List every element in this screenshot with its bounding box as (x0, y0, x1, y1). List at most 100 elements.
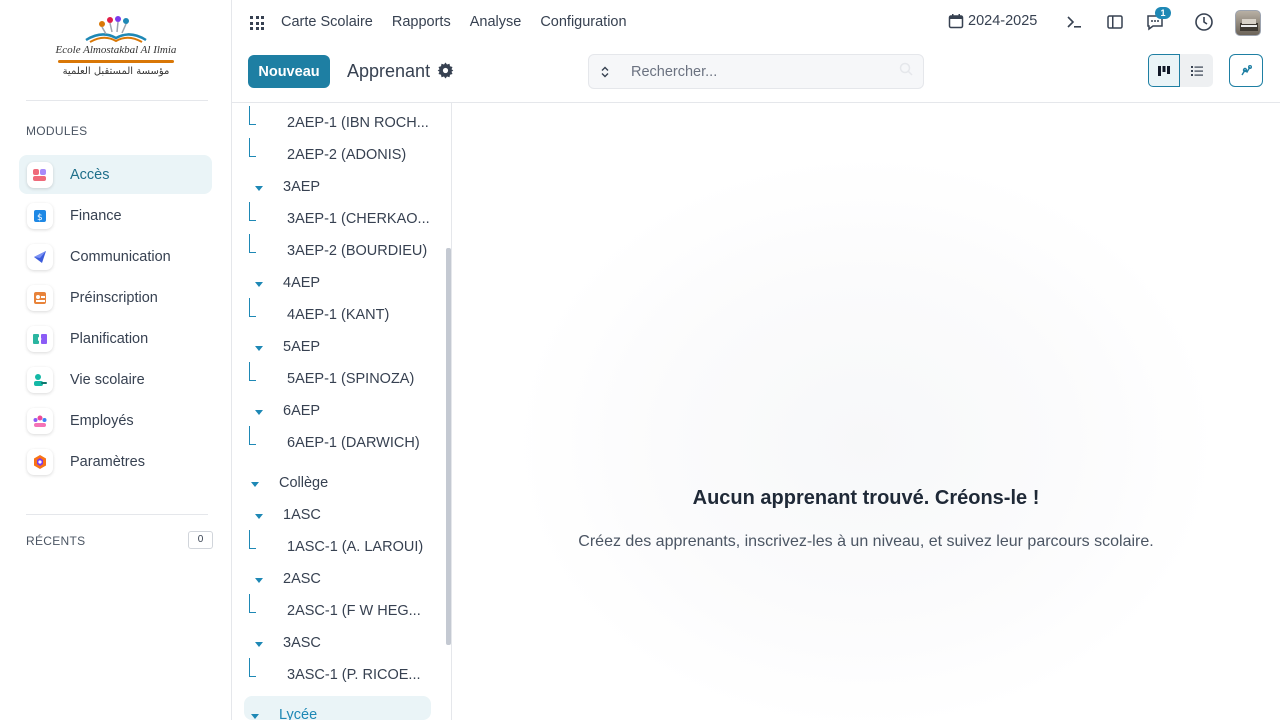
top-navbar: Carte Scolaire Rapports Analyse Configur… (232, 0, 1280, 46)
search-placeholder: Rechercher... (631, 63, 718, 80)
access-icon (27, 161, 53, 188)
messages-icon[interactable]: 1 (1145, 7, 1171, 32)
tree-node[interactable]: 1ASC-1 (A. LAROUI) (287, 539, 423, 555)
search-icon[interactable] (899, 62, 913, 81)
tree-connector (249, 252, 256, 253)
module-communication[interactable]: Communication (19, 237, 212, 276)
preinscription-icon (27, 284, 53, 311)
tree-scrollbar[interactable] (446, 248, 451, 645)
new-button[interactable]: Nouveau (248, 55, 330, 88)
school-logo[interactable]: Ecole Almostakbal Al Ilmia مؤسسة المستقب… (52, 14, 180, 86)
school-year-label: 2024-2025 (968, 13, 1038, 29)
empty-state-title: Aucun apprenant trouvé. Créons-le ! (692, 487, 1040, 509)
custom-view-button[interactable] (1229, 54, 1263, 87)
school-year-selector[interactable]: 2024-2025 (948, 13, 1037, 29)
tree-node[interactable]: 2AEP-2 (ADONIS) (287, 147, 406, 163)
module-vie-scolaire[interactable]: Vie scolaire (19, 360, 212, 399)
modules-heading: MODULES (26, 124, 88, 138)
tree-node[interactable]: 5AEP (283, 339, 320, 355)
expand-caret-icon[interactable] (255, 282, 263, 287)
menu-rapports[interactable]: Rapports (392, 14, 451, 30)
menu-carte-scolaire[interactable]: Carte Scolaire (281, 14, 373, 30)
tree-node[interactable]: 5AEP-1 (SPINOZA) (287, 371, 414, 387)
search-panel-toggle-icon[interactable] (589, 66, 621, 78)
tree-group-lyc-e[interactable]: Lycée (279, 707, 317, 720)
logo-name-latin: Ecole Almostakbal Al Ilmia (55, 44, 177, 56)
expand-caret-icon[interactable] (255, 642, 263, 647)
svg-text:$: $ (37, 213, 43, 223)
module-label: Planification (70, 330, 149, 347)
tree-group-coll-ge[interactable]: Collège (279, 475, 328, 491)
kanban-view-button[interactable] (1148, 54, 1180, 87)
control-panel: Nouveau Apprenant Rechercher... (232, 46, 1280, 103)
activity-clock-icon[interactable] (1194, 12, 1214, 32)
user-avatar[interactable] (1235, 10, 1261, 36)
expand-caret-icon[interactable] (251, 482, 259, 487)
tree-node[interactable]: 3AEP-1 (CHERKAO... (287, 211, 430, 227)
panel-toggle-icon[interactable] (1105, 12, 1125, 32)
tree-connector (249, 138, 250, 156)
tree-connector (249, 220, 256, 221)
menu-analyse[interactable]: Analyse (470, 14, 522, 30)
breadcrumb-title: Apprenant (347, 61, 431, 81)
main-menu: Carte Scolaire Rapports Analyse Configur… (281, 14, 646, 30)
module-finance[interactable]: $ Finance (19, 196, 212, 235)
tree-connector (249, 202, 250, 220)
tree-connector (249, 316, 256, 317)
tree-node[interactable]: 3ASC (283, 635, 321, 651)
tree-connector (249, 444, 256, 445)
search-bar[interactable]: Rechercher... (588, 54, 924, 89)
tree-node[interactable]: 1ASC (283, 507, 321, 523)
list-icon (1190, 65, 1203, 76)
logo-name-arabic: مؤسسة المستقبل العلمية (62, 66, 170, 77)
logo-divider (58, 60, 174, 63)
tree-node[interactable]: 2ASC-1 (F W HEG... (287, 603, 421, 619)
tree-node[interactable]: 3ASC-1 (P. RICOE... (287, 667, 421, 683)
finance-icon: $ (27, 202, 53, 229)
module-acces[interactable]: Accès (19, 155, 212, 194)
tree-node[interactable]: 3AEP-2 (BOURDIEU) (287, 243, 427, 259)
gear-icon[interactable] (437, 62, 454, 84)
map-pin-icon (1241, 64, 1253, 75)
kanban-icon (1158, 65, 1170, 76)
menu-configuration[interactable]: Configuration (540, 14, 626, 30)
expand-caret-icon[interactable] (255, 514, 263, 519)
expand-caret-icon[interactable] (255, 578, 263, 583)
expand-caret-icon[interactable] (255, 410, 263, 415)
tree-connector (249, 124, 256, 125)
module-parametres[interactable]: Paramètres (19, 442, 212, 481)
tree-node[interactable]: 3AEP (283, 179, 320, 195)
list-view-button[interactable] (1180, 54, 1213, 87)
tree-connector (249, 530, 250, 548)
module-planification[interactable]: Planification (19, 319, 212, 358)
tree-node[interactable]: 2AEP-1 (IBN ROCH... (287, 115, 429, 131)
module-employes[interactable]: Employés (19, 401, 212, 440)
tree-node[interactable]: 4AEP-1 (KANT) (287, 307, 389, 323)
hierarchy-tree-panel: 2AEP-1 (IBN ROCH... 2AEP-2 (ADONIS) 3AEP 3A… (232, 103, 452, 720)
module-preinscription[interactable]: Préinscription (19, 278, 212, 317)
module-label: Finance (70, 207, 122, 224)
tree-connector (249, 156, 256, 157)
terminal-icon[interactable] (1064, 12, 1084, 32)
tree-connector (249, 612, 256, 613)
employees-icon (27, 407, 53, 434)
logo-graphic-icon (85, 16, 147, 43)
tree-node[interactable]: 2ASC (283, 571, 321, 587)
recents-count-badge: 0 (188, 531, 213, 549)
messages-count-badge: 1 (1155, 7, 1171, 19)
tree-node[interactable]: 4AEP (283, 275, 320, 291)
sidebar: Ecole Almostakbal Al Ilmia مؤسسة المستقب… (0, 0, 232, 720)
tree-connector (249, 234, 250, 252)
expand-caret-icon[interactable] (251, 714, 259, 719)
module-label: Vie scolaire (70, 371, 145, 388)
module-label: Accès (70, 166, 110, 183)
apps-grid-icon[interactable] (250, 16, 264, 30)
tree-node[interactable]: 6AEP (283, 403, 320, 419)
tree-connector (249, 548, 256, 549)
tree-node[interactable]: 6AEP-1 (DARWICH) (287, 435, 420, 451)
calendar-icon (948, 14, 964, 29)
expand-caret-icon[interactable] (255, 346, 263, 351)
sidebar-divider (26, 100, 208, 101)
expand-caret-icon[interactable] (255, 186, 263, 191)
vie-scolaire-icon (27, 366, 53, 393)
